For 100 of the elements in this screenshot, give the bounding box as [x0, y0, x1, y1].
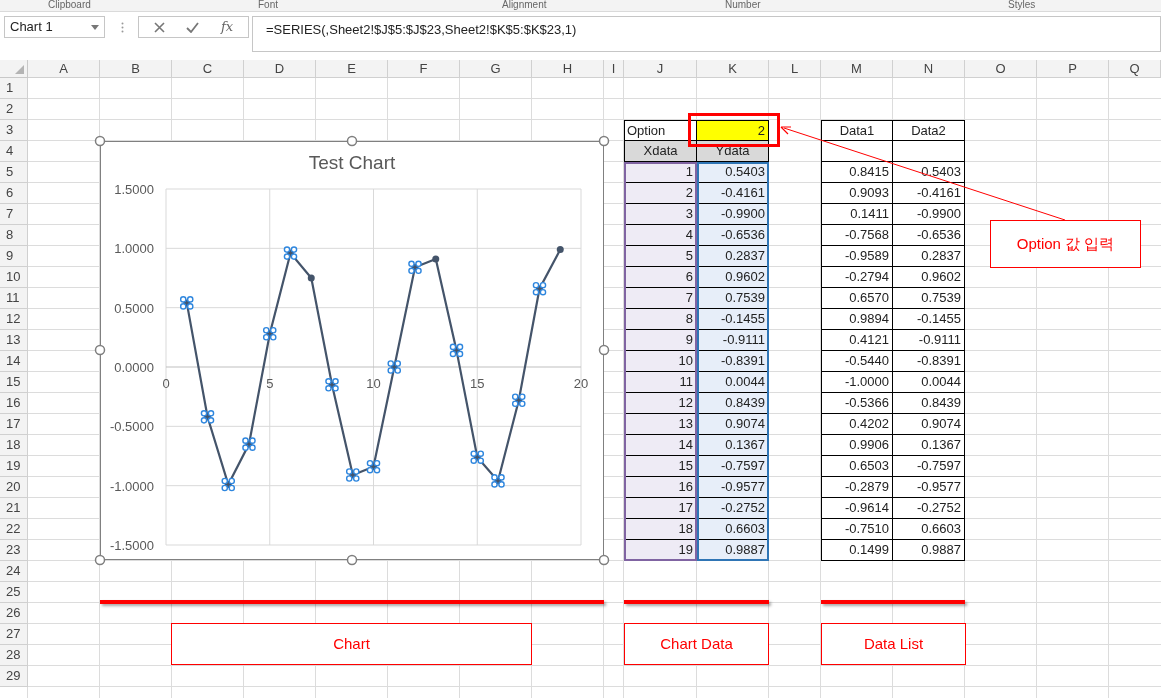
table-cell: 0.6570 — [821, 288, 893, 309]
table-cell: 0.9894 — [821, 309, 893, 330]
axis-tick-label: -0.5000 — [109, 419, 154, 435]
column-header[interactable]: Q — [1109, 60, 1161, 78]
axis-tick-label: -1.5000 — [109, 538, 154, 553]
table-cell: -0.6536 — [893, 225, 965, 246]
row-header[interactable]: 18 — [0, 435, 28, 456]
table-cell: 11 — [624, 372, 697, 393]
table-cell: 0.2837 — [697, 246, 769, 267]
section-label: Chart Data — [624, 623, 769, 665]
table-cell: Data2 — [893, 120, 965, 141]
column-header[interactable]: D — [244, 60, 316, 78]
row-header[interactable]: 24 — [0, 561, 28, 582]
table-cell: 9 — [624, 330, 697, 351]
column-header[interactable]: P — [1037, 60, 1109, 78]
row-header[interactable]: 21 — [0, 498, 28, 519]
table-cell: -0.8391 — [893, 351, 965, 372]
table-cell: -0.8391 — [697, 351, 769, 372]
table-cell: 0.9602 — [893, 267, 965, 288]
column-header[interactable]: N — [893, 60, 965, 78]
table-cell: -0.5440 — [821, 351, 893, 372]
row-header[interactable]: 3 — [0, 120, 28, 141]
column-header[interactable]: C — [172, 60, 244, 78]
table-cell: 0.8439 — [697, 393, 769, 414]
row-header[interactable]: 2 — [0, 99, 28, 120]
column-header[interactable]: L — [769, 60, 821, 78]
table-cell: -0.9111 — [893, 330, 965, 351]
table-cell: 0.1411 — [821, 204, 893, 225]
column-header[interactable]: H — [532, 60, 604, 78]
row-header[interactable]: 8 — [0, 225, 28, 246]
axis-tick-label: 0 — [162, 376, 170, 391]
table-cell: -0.9900 — [893, 204, 965, 225]
column-header[interactable]: A — [28, 60, 100, 78]
section-label: Data List — [821, 623, 966, 665]
table-cell: 6 — [624, 267, 697, 288]
table-cell: 0.8439 — [893, 393, 965, 414]
table-cell: -0.9614 — [821, 498, 893, 519]
table-cell: -0.2794 — [821, 267, 893, 288]
row-header[interactable]: 10 — [0, 267, 28, 288]
table-cell: 0.5403 — [893, 162, 965, 183]
cancel-icon[interactable] — [153, 21, 165, 33]
column-header[interactable]: M — [821, 60, 893, 78]
row-header[interactable]: 25 — [0, 582, 28, 603]
row-header[interactable]: 17 — [0, 414, 28, 435]
row-header[interactable]: 26 — [0, 603, 28, 624]
formula-field[interactable]: =SERIES(,Sheet2!$J$5:$J$23,Sheet2!$K$5:$K$23,1) — [252, 16, 1161, 52]
table-cell: 14 — [624, 435, 697, 456]
row-header[interactable]: 23 — [0, 540, 28, 561]
table-cell: Data1 — [821, 120, 893, 141]
table-cell: 0.1367 — [697, 435, 769, 456]
column-header[interactable]: F — [388, 60, 460, 78]
grip-icon — [121, 22, 124, 33]
check-icon[interactable] — [186, 21, 200, 33]
table-cell: 17 — [624, 498, 697, 519]
table-cell[interactable]: 2 — [697, 120, 769, 141]
row-header[interactable]: 6 — [0, 183, 28, 204]
table-cell: -0.2879 — [821, 477, 893, 498]
table-cell: -0.6536 — [697, 225, 769, 246]
row-header[interactable]: 1 — [0, 78, 28, 99]
axis-tick-label: 15 — [470, 376, 485, 391]
table-cell: -0.7597 — [893, 456, 965, 477]
name-box[interactable]: Chart 1 — [4, 16, 105, 38]
row-header[interactable]: 28 — [0, 645, 28, 666]
column-header[interactable]: J — [624, 60, 697, 78]
row-header[interactable]: 13 — [0, 330, 28, 351]
row-header[interactable]: 14 — [0, 351, 28, 372]
chart-area[interactable]: Test Chart 1.5000 1.0000 0.5000 0.0000 -0.5000 -1.0000 -1.5000 0 5 10 15 20 — [100, 141, 604, 560]
row-header[interactable]: 7 — [0, 204, 28, 225]
row-header[interactable]: 11 — [0, 288, 28, 309]
dropdown-caret-icon — [91, 24, 99, 30]
column-header[interactable]: B — [100, 60, 172, 78]
table-cell: -0.5366 — [821, 393, 893, 414]
table-cell: -0.7597 — [697, 456, 769, 477]
insert-function-button[interactable]: fx — [221, 17, 234, 37]
table-cell: 5 — [624, 246, 697, 267]
column-header[interactable]: G — [460, 60, 532, 78]
column-header[interactable]: I — [604, 60, 624, 78]
table-cell: -0.1455 — [697, 309, 769, 330]
table-cell: -1.0000 — [821, 372, 893, 393]
table-cell: 0.6603 — [697, 519, 769, 540]
column-header[interactable]: K — [697, 60, 769, 78]
row-header[interactable]: 22 — [0, 519, 28, 540]
row-header[interactable]: 15 — [0, 372, 28, 393]
table-cell: -0.9589 — [821, 246, 893, 267]
row-header[interactable]: 5 — [0, 162, 28, 183]
row-header[interactable]: 20 — [0, 477, 28, 498]
table-cell: 0.1499 — [821, 540, 893, 561]
chart-title: Test Chart — [308, 152, 396, 173]
table-cell: -0.7510 — [821, 519, 893, 540]
row-header[interactable]: 27 — [0, 624, 28, 645]
row-header[interactable]: 12 — [0, 309, 28, 330]
axis-tick-label: 10 — [366, 376, 381, 391]
row-header[interactable]: 19 — [0, 456, 28, 477]
row-header[interactable]: 16 — [0, 393, 28, 414]
row-header[interactable]: 9 — [0, 246, 28, 267]
row-header[interactable]: 4 — [0, 141, 28, 162]
column-header[interactable]: E — [316, 60, 388, 78]
row-header[interactable]: 29 — [0, 666, 28, 687]
column-header[interactable]: O — [965, 60, 1037, 78]
table-cell: 4 — [624, 225, 697, 246]
